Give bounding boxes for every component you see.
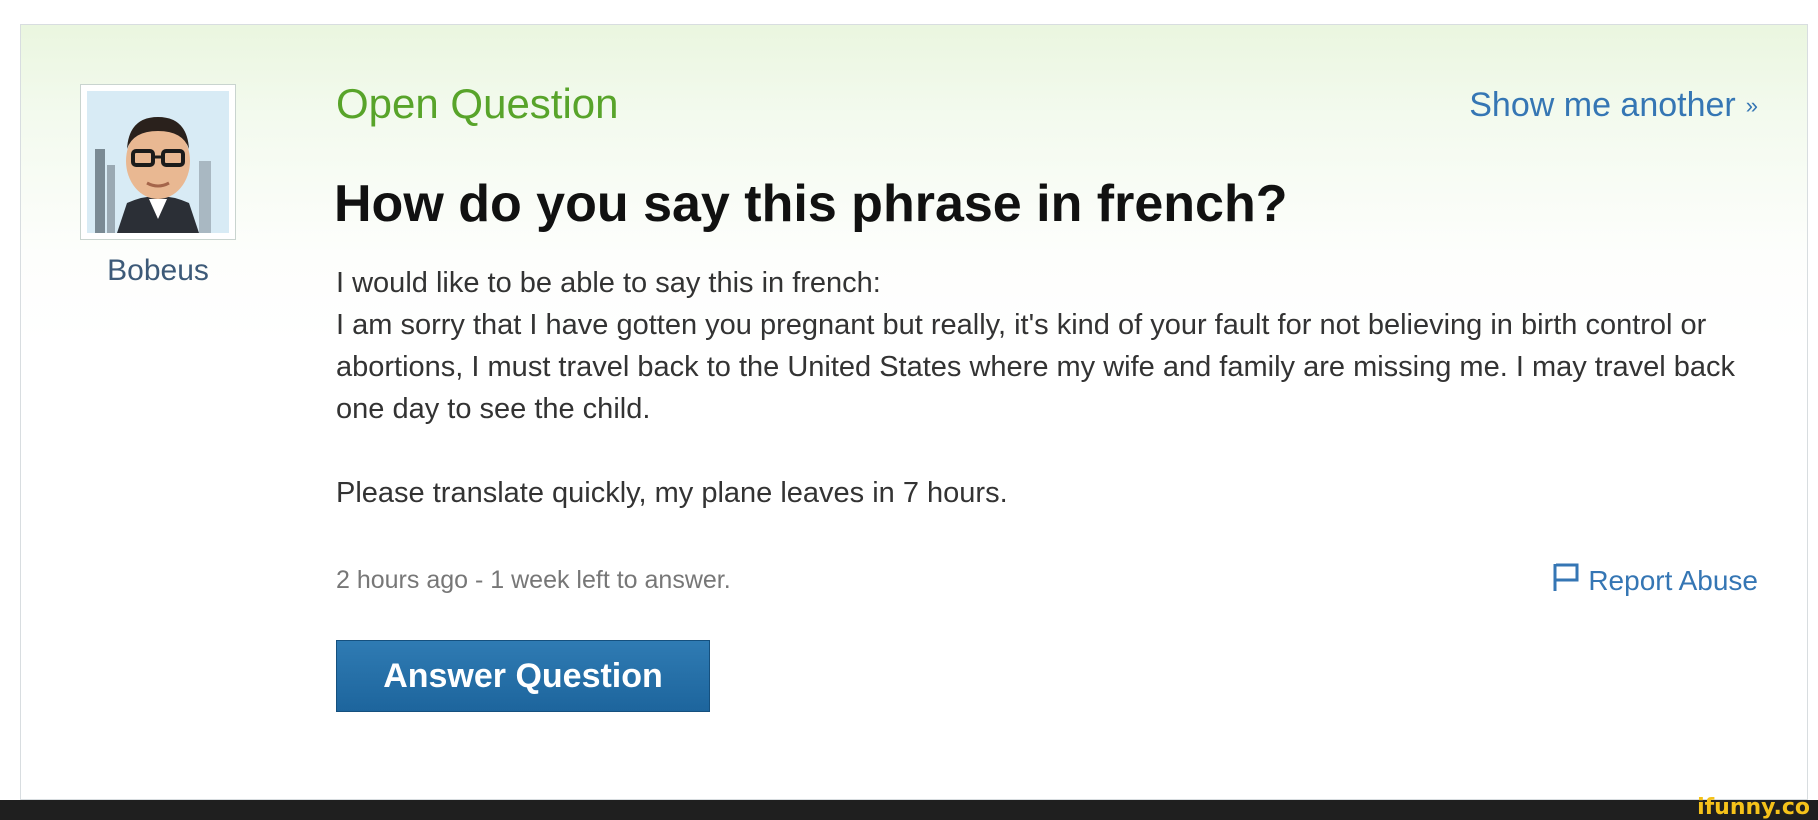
user-avatar[interactable] <box>80 84 236 240</box>
avatar-image <box>87 91 229 233</box>
username-link[interactable]: Bobeus <box>80 254 236 288</box>
question-body-line: I am sorry that I have gotten you pregna… <box>336 309 1736 425</box>
report-abuse-label: Report Abuse <box>1588 564 1758 596</box>
report-abuse-link[interactable]: Report Abuse <box>1552 562 1758 599</box>
question-body-line: I would like to be able to say this in f… <box>336 267 881 299</box>
question-body-line: Please translate quickly, my plane leave… <box>336 477 1008 509</box>
answer-question-button[interactable]: Answer Question <box>336 640 710 712</box>
footer-bar <box>0 800 1818 820</box>
show-another-label: Show me another <box>1469 86 1736 124</box>
question-body: I would like to be able to say this in f… <box>336 262 1756 514</box>
show-another-link[interactable]: Show me another » <box>1469 86 1758 125</box>
flag-icon <box>1552 562 1580 599</box>
watermark-logo: ifunny.co <box>1697 795 1810 820</box>
question-meta: 2 hours ago - 1 week left to answer. <box>336 566 731 594</box>
double-chevron-right-icon: » <box>1745 92 1758 118</box>
question-title: How do you say this phrase in french? <box>334 175 1288 233</box>
question-status-label: Open Question <box>336 80 619 127</box>
